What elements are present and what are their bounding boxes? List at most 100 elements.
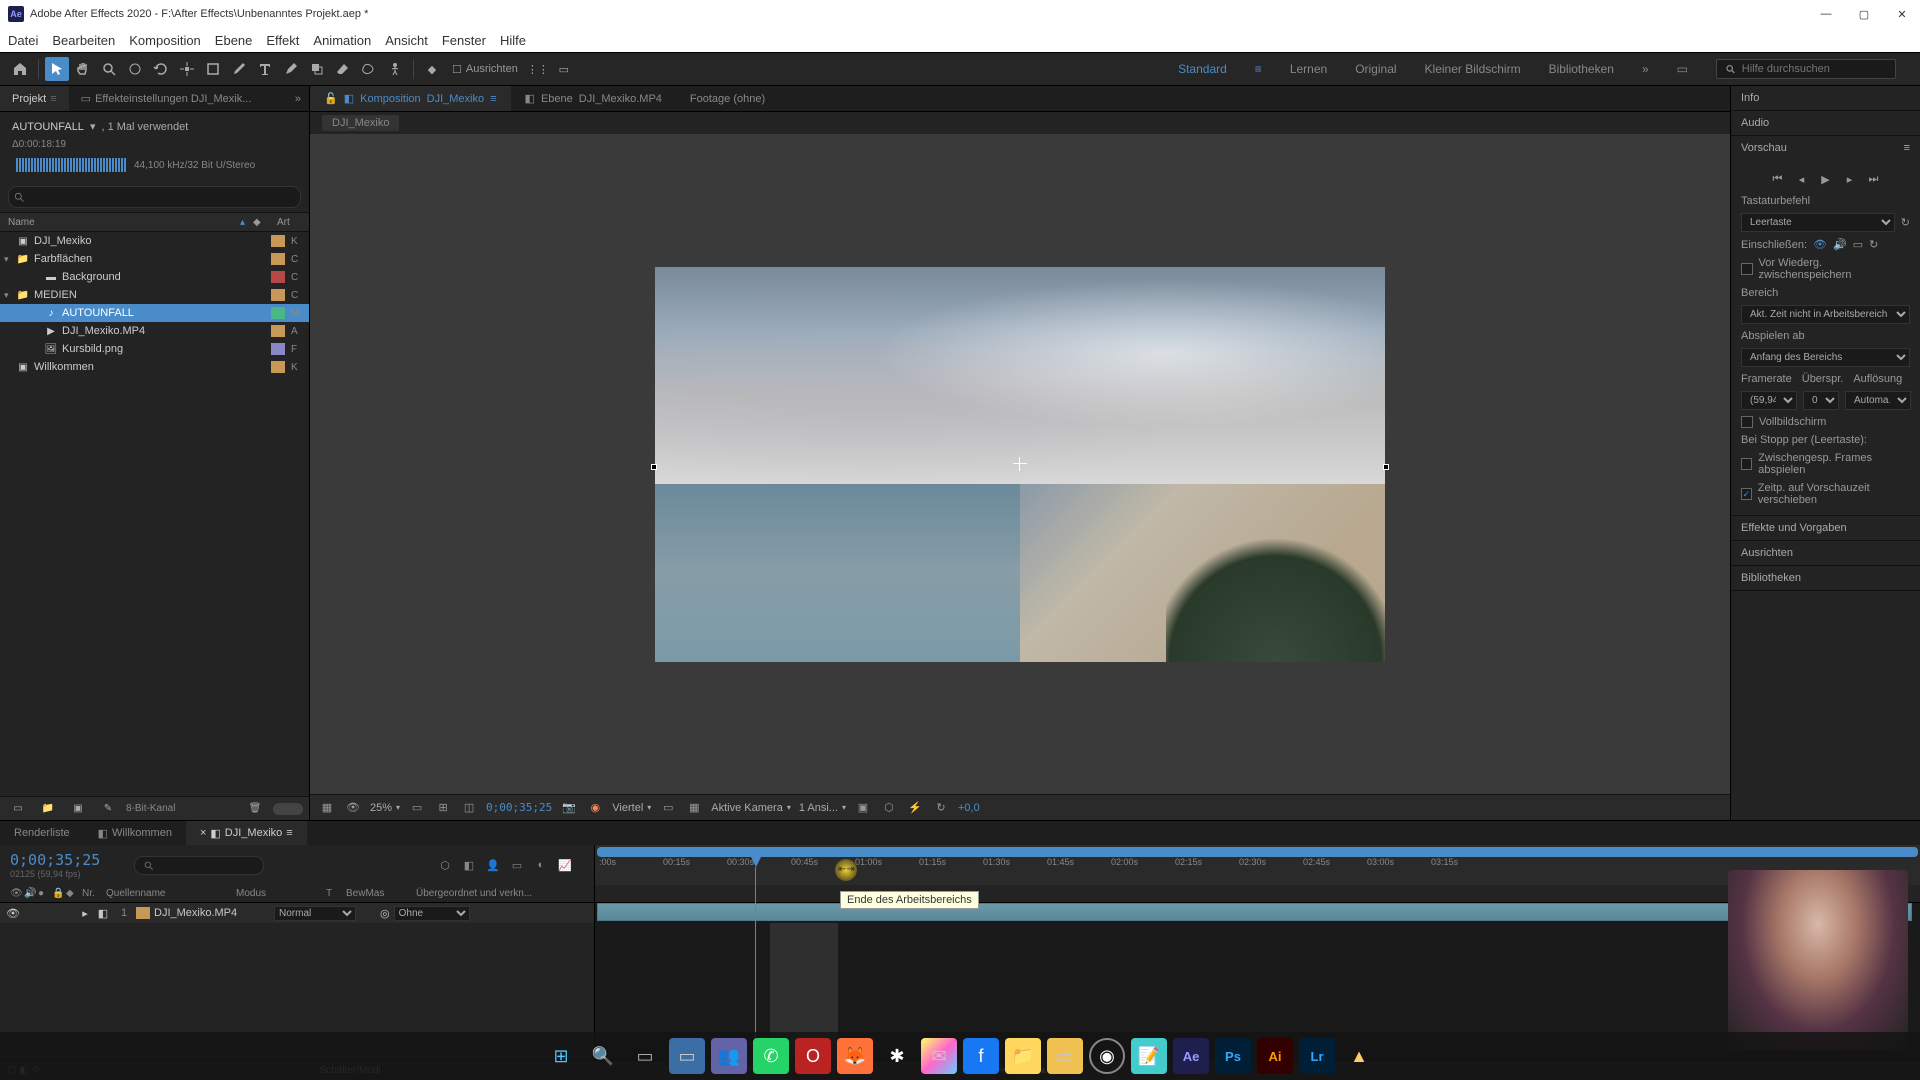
new-folder-icon[interactable]: 📁 — [36, 797, 60, 821]
start-icon[interactable]: ⊞ — [543, 1038, 579, 1074]
menu-file[interactable]: Datei — [8, 33, 38, 48]
layer-name[interactable]: DJI_Mexiko.MP4 — [154, 907, 274, 919]
panel-preview[interactable]: Vorschau — [1741, 142, 1787, 154]
frameblend-icon[interactable]: ▭ — [508, 856, 526, 874]
col-solo-icon[interactable]: ● — [34, 888, 48, 899]
tab-composition[interactable]: 🔓 ◧ Komposition DJI_Mexiko ≡ — [310, 86, 511, 111]
project-item[interactable]: ▶DJI_Mexiko.MP4A — [0, 322, 309, 340]
bitdepth-label[interactable]: 8-Bit-Kanal — [126, 803, 175, 814]
roi-icon[interactable]: ▭ — [659, 799, 677, 817]
menu-edit[interactable]: Bearbeiten — [52, 33, 115, 48]
app-icon-3[interactable]: ▲ — [1341, 1038, 1377, 1074]
snapshot-icon[interactable]: 📷 — [560, 799, 578, 817]
res-icon[interactable]: ▭ — [408, 799, 426, 817]
first-frame-icon[interactable]: ⏮ — [1769, 170, 1787, 188]
app-icon-2[interactable]: ▭ — [1047, 1038, 1083, 1074]
item-label-color[interactable] — [271, 307, 285, 319]
tab-renderqueue[interactable]: Renderliste — [0, 821, 84, 845]
range-dropdown[interactable]: Akt. Zeit nicht in Arbeitsbereich — [1741, 305, 1910, 324]
fullscreen-checkbox[interactable]: Vollbildschirm — [1741, 413, 1910, 431]
eraser-tool[interactable] — [331, 57, 355, 81]
panel-audio[interactable]: Audio — [1731, 111, 1920, 135]
menu-effect[interactable]: Effekt — [266, 33, 299, 48]
taskview-icon[interactable]: ▭ — [627, 1038, 663, 1074]
tab-welcome[interactable]: ◧ Willkommen — [84, 821, 186, 845]
include-audio-icon[interactable]: 🔊 — [1833, 238, 1847, 251]
teams-icon[interactable]: 👥 — [711, 1038, 747, 1074]
tab-project[interactable]: Projekt ≡ — [0, 86, 69, 111]
layer-mode-dropdown[interactable]: Normal — [274, 906, 356, 921]
home-icon[interactable] — [8, 57, 32, 81]
preview-res-dropdown[interactable]: Automa... — [1845, 391, 1911, 410]
project-item[interactable]: 🖼Kursbild.pngF — [0, 340, 309, 358]
comp-mini-flowchart-icon[interactable]: ⬡ — [436, 856, 454, 874]
tab-layer[interactable]: ◧ Ebene DJI_Mexiko.MP4 — [511, 86, 676, 111]
anchor-point-icon[interactable] — [1013, 457, 1027, 471]
col-label[interactable]: ◆ — [253, 217, 277, 228]
project-item[interactable]: ▬BackgroundC — [0, 268, 309, 286]
tab-effect-controls[interactable]: ▭ Effekteinstellungen DJI_Mexik... — [69, 86, 264, 111]
shape-tool[interactable] — [201, 57, 225, 81]
layer-trkmat-dropdown[interactable]: Ohne — [394, 906, 470, 921]
col-lock-icon[interactable]: 🔒 — [48, 888, 62, 899]
toggle-switch[interactable] — [273, 803, 303, 815]
col-trkmat[interactable]: BewMas — [342, 888, 412, 899]
col-type[interactable]: Art — [277, 217, 301, 228]
alpha-icon[interactable]: ▦ — [318, 799, 336, 817]
menu-help[interactable]: Hilfe — [500, 33, 526, 48]
col-audio-icon[interactable]: 🔊 — [20, 888, 34, 899]
snap-grid-icon[interactable]: ⋮⋮ — [526, 57, 550, 81]
zoom-tool[interactable] — [97, 57, 121, 81]
panel-info[interactable]: Info — [1731, 86, 1920, 110]
layer-bar[interactable] — [597, 903, 1912, 921]
selection-tool[interactable] — [45, 57, 69, 81]
rotate-tool[interactable] — [149, 57, 173, 81]
motionblur-icon[interactable]: ◐ — [532, 856, 550, 874]
panel-align[interactable]: Ausrichten — [1731, 541, 1920, 565]
skip-dropdown[interactable]: 0 — [1803, 391, 1839, 410]
cached-frames-checkbox[interactable]: Zwischengesp. Frames abspielen — [1741, 449, 1910, 479]
col-t[interactable]: T — [322, 888, 342, 899]
help-search[interactable] — [1716, 59, 1896, 79]
panel-effects[interactable]: Effekte und Vorgaben — [1731, 516, 1920, 540]
channels-icon[interactable]: 👁 — [344, 799, 362, 817]
include-overlay-icon[interactable]: ▭ — [1853, 238, 1863, 251]
ae-taskbar-icon[interactable]: Ae — [1173, 1038, 1209, 1074]
col-parent[interactable]: Übergeordnet und verkn... — [412, 888, 536, 899]
minimize-button[interactable]: — — [1816, 4, 1836, 24]
snap-icon[interactable]: ◆ — [420, 57, 444, 81]
framerate-dropdown[interactable]: (59,94) — [1741, 391, 1797, 410]
layer-label-icon[interactable]: ◧ — [96, 907, 110, 920]
item-label-color[interactable] — [271, 271, 285, 283]
menu-view[interactable]: Ansicht — [385, 33, 428, 48]
files-icon[interactable]: 📁 — [1005, 1038, 1041, 1074]
ai-taskbar-icon[interactable]: Ai — [1257, 1038, 1293, 1074]
messenger-icon[interactable]: ✉ — [921, 1038, 957, 1074]
workspace-menu-icon[interactable]: ≡ — [1255, 62, 1262, 76]
workspace-overflow-icon[interactable]: » — [1642, 62, 1649, 76]
workspace-standard[interactable]: Standard — [1178, 62, 1227, 76]
project-item[interactable]: ♪AUTOUNFALLM — [0, 304, 309, 322]
shortcut-dropdown[interactable]: Leertaste — [1741, 213, 1895, 232]
interpret-footage-icon[interactable]: ▭ — [6, 797, 30, 821]
item-label-color[interactable] — [271, 361, 285, 373]
project-item[interactable]: ▾📁FarbflächenC — [0, 250, 309, 268]
zoom-dropdown[interactable]: 25% — [370, 802, 400, 814]
facebook-icon[interactable]: f — [963, 1038, 999, 1074]
project-search[interactable] — [8, 186, 301, 208]
item-label-color[interactable] — [271, 343, 285, 355]
layer-pickwhip-icon[interactable]: ◎ — [380, 907, 390, 920]
loop-icon[interactable]: ↻ — [1869, 238, 1878, 251]
tab-footage[interactable]: Footage (ohne) — [676, 86, 779, 111]
color-icon[interactable]: ◉ — [586, 799, 604, 817]
col-source[interactable]: Quellenname — [102, 888, 232, 899]
maximize-button[interactable]: ▢ — [1854, 4, 1874, 24]
item-label-color[interactable] — [271, 253, 285, 265]
workspace-libraries[interactable]: Bibliotheken — [1549, 62, 1614, 76]
timeline-search[interactable] — [134, 856, 264, 875]
workarea-bar[interactable] — [597, 847, 1918, 857]
camera-dropdown[interactable]: Aktive Kamera — [711, 802, 791, 814]
menu-layer[interactable]: Ebene — [215, 33, 253, 48]
col-sort-icon[interactable]: ▴ — [240, 217, 245, 228]
shy-icon[interactable]: 👤 — [484, 856, 502, 874]
